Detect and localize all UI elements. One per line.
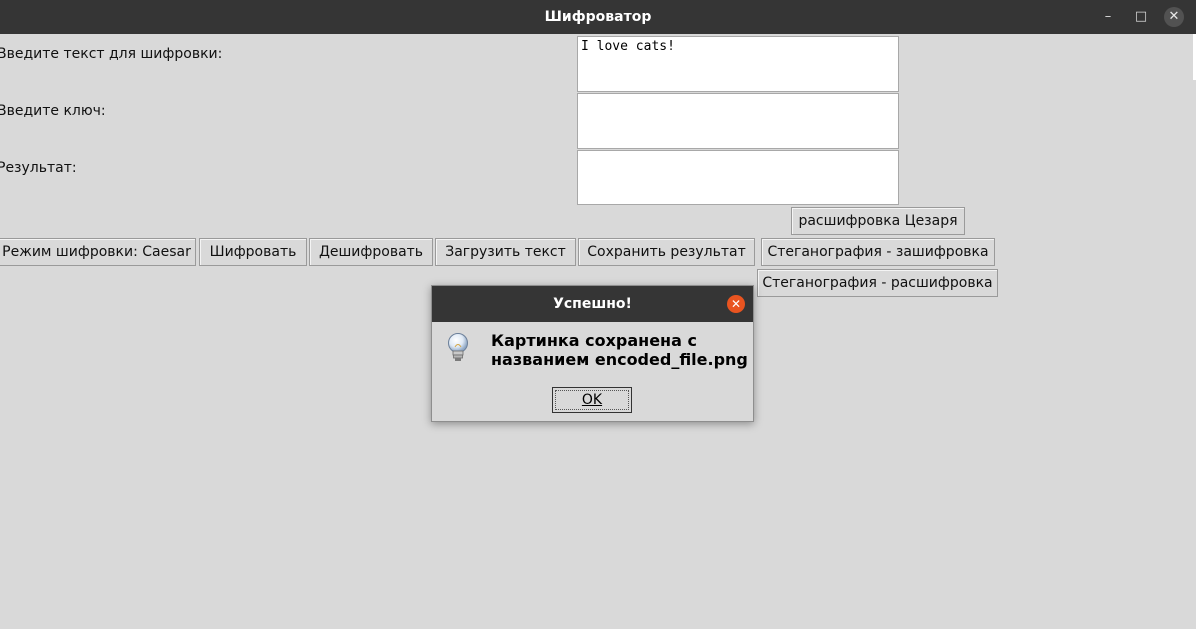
window-title: Шифроватор — [544, 9, 652, 25]
maximize-icon[interactable]: □ — [1131, 7, 1151, 27]
key-field[interactable] — [577, 93, 899, 149]
decrypt-button[interactable]: Дешифровать — [309, 238, 433, 266]
load-text-button[interactable]: Загрузить текст — [435, 238, 576, 266]
stego-encode-button[interactable]: Стеганография - зашифровка — [761, 238, 995, 266]
input-text-label: Введите текст для шифровки: — [0, 46, 223, 62]
title-bar[interactable]: Шифроватор – □ ✕ — [0, 0, 1196, 34]
success-dialog: Успешно! ✕ Картинка сохранена с название… — [431, 285, 754, 422]
encrypt-button[interactable]: Шифровать — [199, 238, 307, 266]
minimize-icon[interactable]: – — [1098, 7, 1118, 27]
dialog-close-icon[interactable]: ✕ — [727, 295, 745, 313]
ok-button[interactable]: OK — [552, 387, 632, 413]
dialog-title: Успешно! — [553, 296, 632, 312]
main-window: Шифроватор – □ ✕ Введите текст для шифро… — [0, 0, 1196, 629]
save-result-button[interactable]: Сохранить результат — [578, 238, 755, 266]
key-label: Введите ключ: — [0, 103, 106, 119]
lightbulb-icon — [445, 332, 471, 364]
mode-button[interactable]: Режим шифровки: Caesar — [0, 238, 196, 266]
result-label: Результат: — [0, 160, 77, 176]
input-text-field[interactable]: I love cats! — [577, 36, 899, 92]
stego-decode-button[interactable]: Стеганография - расшифровка — [757, 269, 998, 297]
dialog-message: Картинка сохранена с названием encoded_f… — [491, 331, 748, 369]
close-icon[interactable]: ✕ — [1164, 7, 1184, 27]
dialog-title-bar[interactable]: Успешно! ✕ — [432, 286, 753, 322]
caesar-decode-button[interactable]: расшифровка Цезаря — [791, 207, 965, 235]
result-field[interactable] — [577, 150, 899, 205]
